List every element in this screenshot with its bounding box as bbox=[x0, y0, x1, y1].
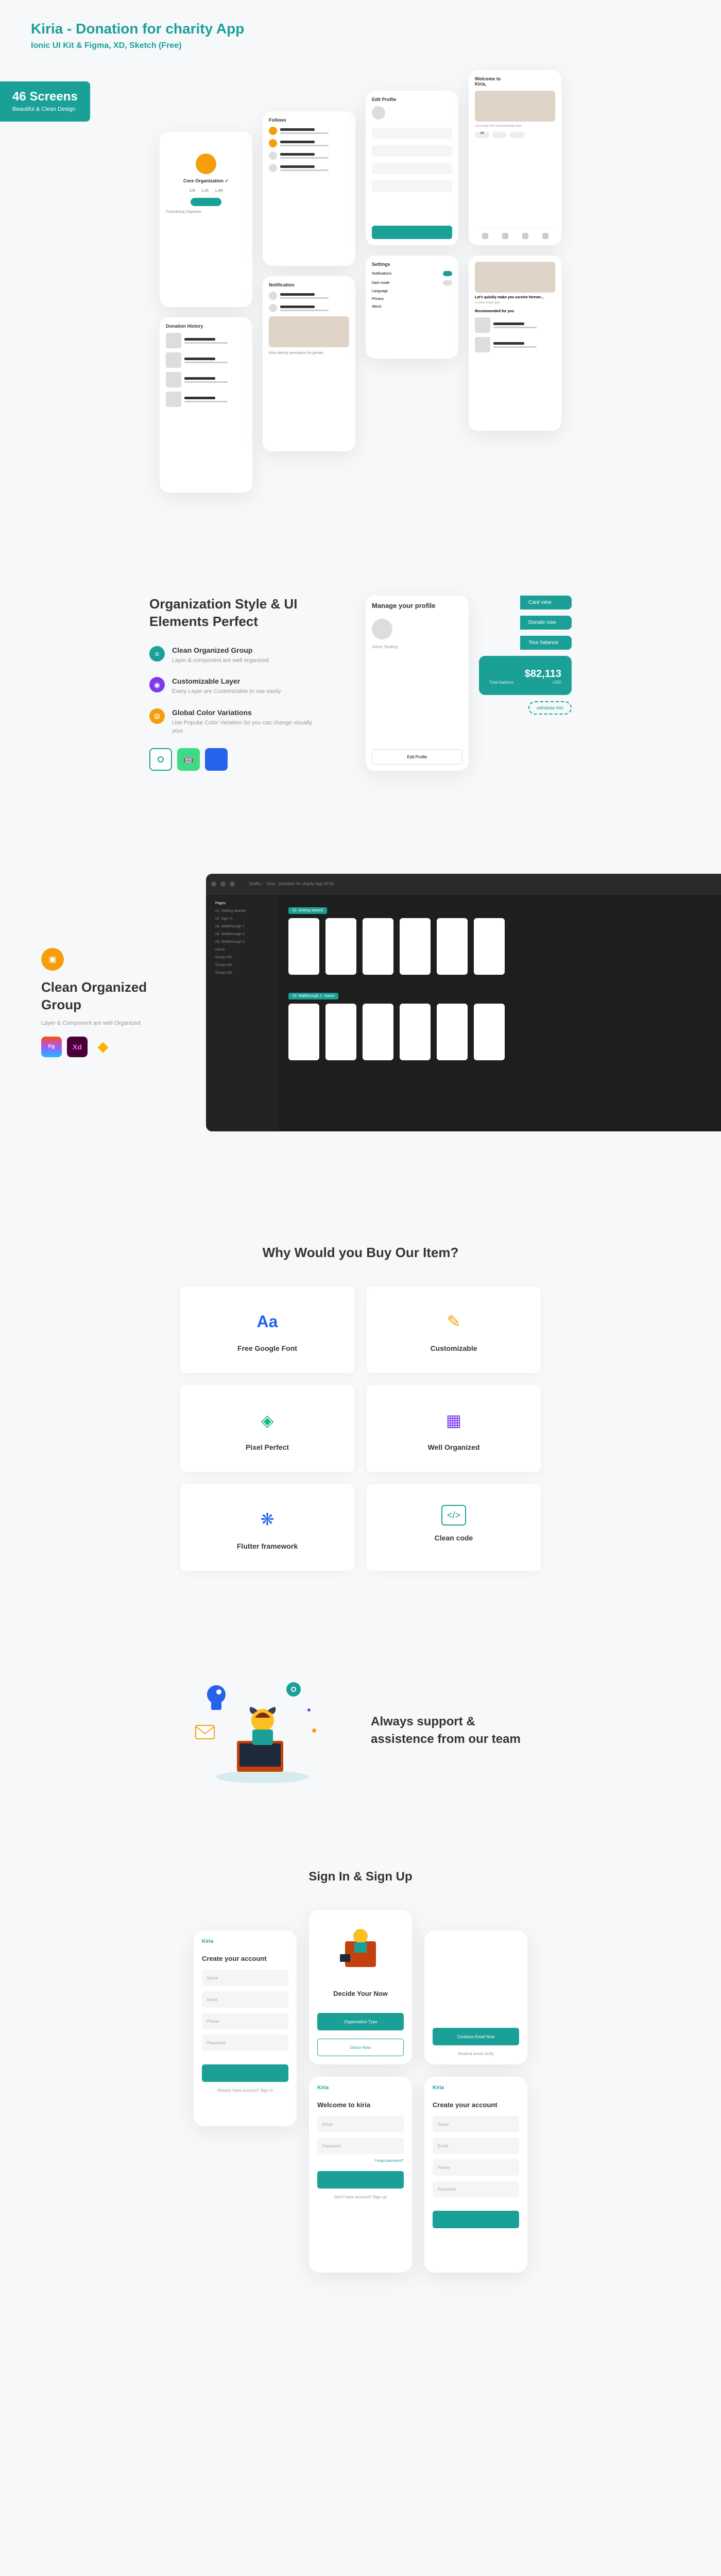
why-card-code: </> Clean code bbox=[367, 1484, 541, 1571]
org-feature-2: ◉ Customizable LayerEvery Layer are Cust… bbox=[149, 677, 324, 696]
stack-btn-3: Your balance bbox=[520, 636, 572, 650]
sketch-icon: ◆ bbox=[93, 1037, 113, 1057]
clean-heading: Clean Organized Group bbox=[41, 979, 175, 1014]
mockup-button bbox=[191, 198, 221, 206]
globe-icon: ◍ bbox=[149, 708, 165, 724]
mockup-verify: Continue Email Now Resend email verify bbox=[424, 1930, 527, 2064]
figma-icon: Fg bbox=[41, 1037, 62, 1057]
why-card-font: Aa Free Google Font bbox=[180, 1286, 354, 1373]
mockup-label: Core Organization ✓ bbox=[166, 178, 246, 184]
support-heading: Always support & assistence from our tea… bbox=[371, 1713, 536, 1748]
ionic-icon bbox=[149, 748, 172, 771]
folder-icon: ▣ bbox=[41, 948, 64, 971]
mockup-welcome: Kiria Welcome to kiria Email Password Fo… bbox=[309, 2077, 412, 2273]
mockup-decide: Decide Your Now Organization Type Donor … bbox=[309, 1910, 412, 2064]
balance-card: Total balance $82,113USD bbox=[479, 656, 572, 695]
mockup-notification: Notification Kiria Identity perception b… bbox=[263, 276, 355, 451]
page-subtitle: Ionic UI Kit & Figma, XD, Sketch (Free) bbox=[31, 41, 690, 50]
header-section: Kiria - Donation for charity App Ionic U… bbox=[0, 0, 721, 61]
organization-section: Organization Style & UI Elements Perfect… bbox=[0, 554, 721, 833]
android-icon: 🤖 bbox=[177, 748, 200, 771]
diamond-icon: ◈ bbox=[253, 1406, 282, 1435]
screens-badge: 46 Screens Beautiful & Clean Design bbox=[0, 81, 90, 122]
org-feature-1: ≡ Clean Organized GroupLayer & component… bbox=[149, 646, 324, 665]
mockup-create-1: Kiria Create your account Name Email Pho… bbox=[194, 1930, 297, 2126]
page-title: Kiria - Donation for charity App bbox=[31, 21, 690, 37]
badge-text: Beautiful & Clean Design bbox=[12, 106, 75, 112]
mockup-history: Donation History bbox=[160, 317, 252, 493]
editor-preview: Drafts / Kiria - Donation for charity Ap… bbox=[206, 874, 721, 1131]
why-card-pixel: ◈ Pixel Perfect bbox=[180, 1385, 354, 1472]
signin-section: Sign In & Sign Up Kiria Create your acco… bbox=[0, 1839, 721, 2350]
mockup-welcome: Welcome toKiria, Let's help from now wha… bbox=[469, 70, 561, 245]
avatar-icon bbox=[196, 154, 216, 174]
customize-icon: ◉ bbox=[149, 677, 165, 692]
why-card-customizable: ✎ Customizable bbox=[367, 1286, 541, 1373]
clean-section: ▣ Clean Organized Group Layer & Componen… bbox=[0, 833, 721, 1193]
font-icon: Aa bbox=[253, 1307, 282, 1336]
flutter-icon: ❋ bbox=[253, 1505, 282, 1534]
why-card-flutter: ❋ Flutter framework bbox=[180, 1484, 354, 1571]
mockup-follows: Follows bbox=[263, 111, 355, 266]
platform-icons: 🤖 bbox=[149, 748, 324, 771]
layers-icon: ≡ bbox=[149, 646, 165, 662]
org-feature-3: ◍ Global Color VariationsUse Popular Col… bbox=[149, 708, 324, 736]
pen-icon: ✎ bbox=[439, 1307, 468, 1336]
stack-btn-2: Donate now bbox=[520, 616, 572, 630]
org-heading: Organization Style & UI Elements Perfect bbox=[149, 596, 324, 631]
clean-desc: Layer & Component are well Organized bbox=[41, 1020, 175, 1026]
tool-icons: Fg Xd ◆ bbox=[41, 1037, 175, 1057]
why-card-organized: ▦ Well Organized bbox=[367, 1385, 541, 1472]
mockup-editprofile: Edit Profile bbox=[366, 91, 458, 245]
editor-layers-panel: Pages 01. Getting Started 02. Sign In 03… bbox=[206, 894, 278, 1131]
withdraw-btn: withdraw this bbox=[528, 701, 572, 715]
badge-count: 46 Screens bbox=[12, 90, 78, 104]
editor-canvas: 01. Getting Started 02. Walkthrough 1 - … bbox=[278, 894, 721, 1131]
apple-icon bbox=[205, 748, 228, 771]
support-section: Always support & assistence from our tea… bbox=[0, 1622, 721, 1839]
support-illustration bbox=[185, 1674, 330, 1787]
mockup-settings: Settings Notifications Dark mode Languag… bbox=[366, 256, 458, 359]
stack-btn-1: Card view bbox=[520, 596, 572, 609]
mockup-profile: Core Organization ✓ 1241.2K1.2M Fundrais… bbox=[160, 132, 252, 307]
code-icon: </> bbox=[441, 1505, 466, 1526]
why-buy-section: Why Would you Buy Our Item? Aa Free Goog… bbox=[0, 1193, 721, 1622]
mockup-create-2: Kiria Create your account Name Email Pho… bbox=[424, 2077, 527, 2273]
why-heading: Why Would you Buy Our Item? bbox=[72, 1245, 649, 1261]
xd-icon: Xd bbox=[67, 1037, 88, 1057]
mockup-manage-profile: Manage your profile Jonny Sealing Edit P… bbox=[366, 596, 469, 771]
mockup-feed: Let's quickly make you survive forever..… bbox=[469, 256, 561, 431]
grid-icon: ▦ bbox=[439, 1406, 468, 1435]
hero-mockups: Core Organization ✓ 1241.2K1.2M Fundrais… bbox=[0, 122, 721, 554]
signin-heading: Sign In & Sign Up bbox=[41, 1870, 680, 1884]
